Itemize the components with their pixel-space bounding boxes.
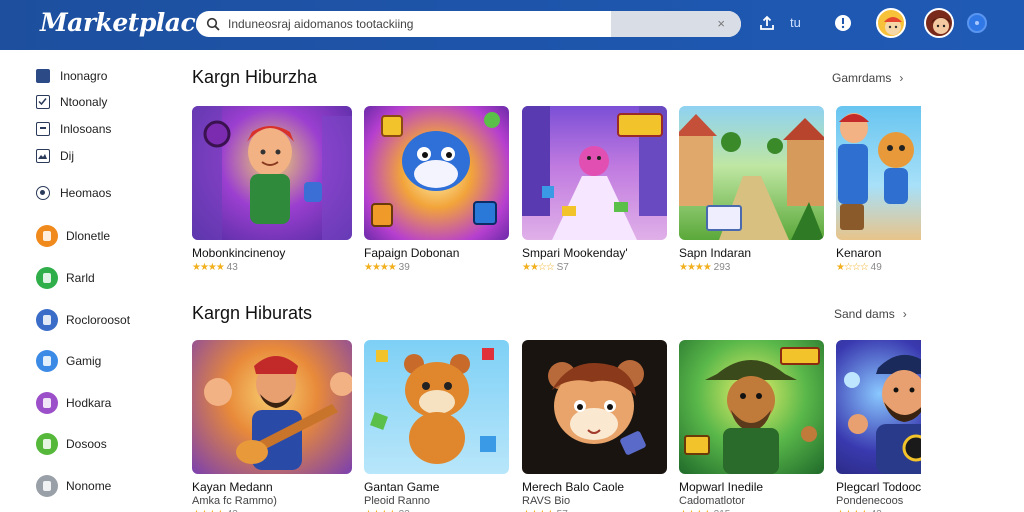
game-thumbnail[interactable] [364, 340, 509, 474]
game-thumbnail[interactable] [522, 106, 667, 240]
game-developer: Cadomatlotor [679, 495, 746, 507]
game-title: Gantan Game [364, 480, 440, 494]
star-rating-icon: ★★★★ [364, 262, 397, 273]
character-illustration-icon [548, 360, 646, 455]
rating-count: 49 [870, 262, 882, 273]
rating-count: S7 [556, 262, 569, 273]
game-thumbnail[interactable] [192, 340, 352, 474]
game-card[interactable]: Smpari Mookenday' ★★☆☆ S7 [522, 106, 667, 273]
game-title: Kenaron [836, 246, 882, 260]
game-rating: ★★★★ 43 [192, 262, 352, 273]
clear-search-icon[interactable]: × [717, 16, 725, 31]
game-developer: Amka fc Rammo) [192, 495, 277, 507]
game-card[interactable]: Merech Balo Caole RAVS Bio ★★★★ 57 [522, 340, 667, 512]
game-card[interactable]: Kenaron ★☆☆☆ 49 [836, 106, 921, 273]
game-title: Fapaign Dobonan [364, 246, 460, 260]
game-thumbnail[interactable] [679, 106, 824, 240]
top-bar: Marketplace Induneosraj aidomanos tootac… [0, 0, 1024, 50]
game-thumbnail[interactable] [522, 340, 667, 474]
game-card[interactable]: Plegcarl Todooc Pondenecoos ★★★★ 43 [836, 340, 921, 512]
game-card[interactable]: Gantan Game Pleoid Ranno ★★★★ 23 [364, 340, 509, 512]
game-card[interactable]: Kayan Medann Amka fc Rammo) ★★★★ 43 [192, 340, 352, 512]
rating-count: 43 [226, 262, 238, 273]
translate-icon[interactable]: tu [790, 15, 801, 30]
search-bar[interactable]: Induneosraj aidomanos tootackiing × [196, 11, 741, 37]
game-card[interactable]: Mobonkincinenoy ★★★★ 43 [192, 106, 352, 273]
game-rating: ★☆☆☆ 49 [836, 262, 921, 273]
game-title: Smpari Mookenday' [522, 246, 628, 260]
game-card[interactable]: Mopwarl Inedile Cadomatlotor ★★★★ 215 [679, 340, 824, 512]
rating-count: 293 [713, 262, 731, 273]
character-illustration-icon [522, 106, 667, 240]
game-developer: Pondenecoos [836, 495, 904, 507]
game-title: Sapn Indaran [679, 246, 752, 260]
notification-bell-icon[interactable] [834, 14, 852, 32]
game-thumbnail[interactable] [364, 106, 509, 240]
card-grid: Mobonkincinenoy ★★★★ 43 Fapaign Dobonan … [0, 50, 921, 512]
game-thumbnail[interactable] [836, 106, 921, 240]
upload-icon[interactable] [758, 14, 776, 32]
character-illustration-icon [370, 348, 496, 464]
character-illustration-icon [192, 106, 352, 240]
game-rating: ★★☆☆ S7 [522, 262, 667, 273]
game-thumbnail[interactable] [192, 106, 352, 240]
star-rating-icon: ★★★★ [679, 262, 712, 273]
rating-count: 39 [398, 262, 410, 273]
game-title: Mopwarl Inedile [679, 480, 764, 494]
game-thumbnail[interactable] [679, 340, 824, 474]
character-illustration-icon [204, 356, 352, 470]
game-card[interactable]: Sapn Indaran ★★★★ 293 [679, 106, 824, 273]
game-thumbnail[interactable] [836, 340, 921, 474]
game-title: Plegcarl Todooc [836, 480, 921, 494]
app-logo[interactable]: Marketplace [40, 8, 211, 37]
character-illustration-icon [844, 355, 921, 474]
search-input[interactable]: Induneosraj aidomanos tootackiing [228, 17, 413, 31]
game-title: Mobonkincinenoy [192, 246, 286, 260]
user-avatar-1[interactable] [876, 8, 906, 38]
star-rating-icon: ★☆☆☆ [836, 262, 869, 273]
account-menu-icon[interactable] [967, 13, 987, 33]
character-illustration-icon [684, 347, 820, 474]
character-illustration-icon [371, 112, 500, 227]
star-rating-icon: ★★★★ [192, 262, 225, 273]
game-title: Kayan Medann [192, 480, 273, 494]
user-avatar-2[interactable] [924, 8, 954, 38]
game-title: Merech Balo Caole [522, 480, 625, 494]
game-card[interactable]: Fapaign Dobonan ★★★★ 39 [364, 106, 509, 273]
avatar-face-icon [931, 17, 951, 34]
game-developer: Pleoid Ranno [364, 495, 431, 507]
star-rating-icon: ★★☆☆ [522, 262, 555, 273]
game-rating: ★★★★ 39 [364, 262, 509, 273]
character-illustration-icon [838, 113, 914, 230]
avatar-face-icon [884, 17, 902, 35]
search-icon [206, 17, 220, 31]
game-developer: RAVS Bio [522, 495, 571, 507]
scene-illustration-icon [679, 114, 824, 240]
game-rating: ★★★★ 293 [679, 262, 824, 273]
